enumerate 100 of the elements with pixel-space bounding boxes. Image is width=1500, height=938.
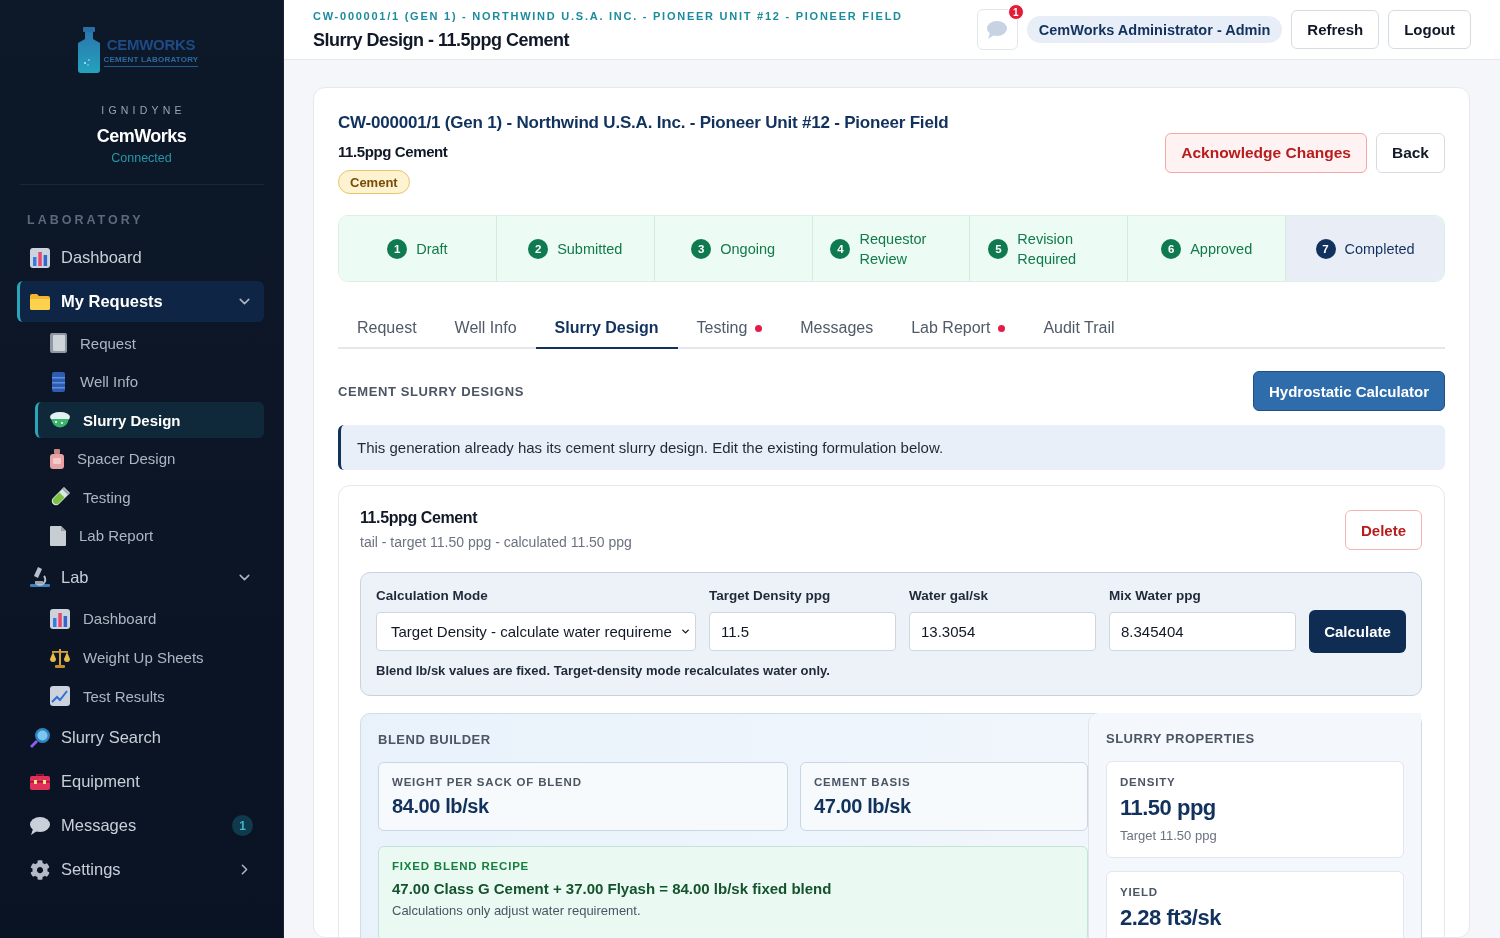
tab[interactable]: Lab Report xyxy=(892,309,1025,349)
select-field[interactable]: Target Density - calculate water requireme xyxy=(376,612,696,651)
design-meta: tail - target 11.50 ppg - calculated 11.50 ppg xyxy=(360,533,632,552)
property-label: DENSITY xyxy=(1120,775,1176,789)
nav-item[interactable]: Lab Report xyxy=(35,517,264,554)
folder-icon xyxy=(30,291,50,312)
nav-item[interactable]: Slurry Search xyxy=(17,717,264,759)
app-name: CemWorks xyxy=(96,125,187,147)
stat-value: 84.00 lb/sk xyxy=(392,794,489,819)
nav-item[interactable]: Dashboard xyxy=(17,237,264,278)
step-label: Submitted xyxy=(557,239,623,259)
request-subtitle: 11.5ppg Cement xyxy=(338,142,448,162)
logo-tagline: CEMENT LABORATORY xyxy=(103,55,199,67)
nav-item[interactable]: Request xyxy=(35,325,264,361)
step-number: 5 xyxy=(988,238,1009,259)
property-value: 11.50 ppg xyxy=(1120,795,1216,821)
notification-count: 1 xyxy=(1007,4,1024,20)
step-label: Requestor Review xyxy=(859,229,928,269)
action-button[interactable]: Acknowledge Changes xyxy=(1165,133,1367,173)
breadcrumb: CW-000001/1 (GEN 1) - NORTHWIND U.S.A. INC. - PIONEER UNIT #12 - PIONEER FIELD xyxy=(313,8,903,23)
step-number: 6 xyxy=(1161,238,1182,259)
chevron-down-icon xyxy=(680,626,691,637)
line-chart-icon xyxy=(50,686,70,707)
header-button[interactable]: Refresh xyxy=(1291,10,1380,49)
nav-item[interactable]: Lab xyxy=(17,556,264,598)
delete-button[interactable]: Delete xyxy=(1344,510,1422,550)
step-label: Draft xyxy=(416,239,448,259)
property-note: Target 11.50 ppg xyxy=(1120,827,1217,845)
count-badge: 1 xyxy=(232,815,253,837)
step-number: 1 xyxy=(387,238,408,259)
connection-status: Connected xyxy=(111,150,172,166)
panel-heading: SLURRY PROPERTIES xyxy=(1106,730,1255,748)
header-button[interactable]: Logout xyxy=(1388,10,1471,49)
step-label: Ongoing xyxy=(720,239,776,259)
tab[interactable]: Slurry Design xyxy=(535,309,678,349)
toolbox-icon xyxy=(30,771,50,792)
step-number: 2 xyxy=(528,238,549,259)
nav-item[interactable]: My Requests xyxy=(17,281,264,322)
action-button[interactable]: Back xyxy=(1375,133,1445,173)
stat-value: 47.00 lb/sk xyxy=(814,794,911,819)
striped-block-icon xyxy=(50,371,67,392)
page-title: Slurry Design - 11.5ppg Cement xyxy=(313,28,570,51)
nav-item[interactable]: Messages 1 xyxy=(17,805,264,847)
microscope-icon xyxy=(30,567,50,588)
field-label: Target Density ppg xyxy=(709,588,831,604)
nav-item[interactable]: Slurry Design xyxy=(35,402,264,439)
settings-icon xyxy=(30,859,50,880)
step-label: Approved xyxy=(1190,239,1253,259)
recipe-note: Calculations only adjust water requirement. xyxy=(392,902,641,920)
step-number: 4 xyxy=(830,238,851,259)
tab[interactable]: Messages xyxy=(781,309,893,349)
page-icon xyxy=(50,525,66,546)
org-name: IGNIDYNE xyxy=(100,104,186,116)
scales-icon xyxy=(50,647,70,668)
recipe-formula: 47.00 Class G Cement + 37.00 Flyash = 84.00 lb/sk fixed blend xyxy=(392,879,832,899)
text-field[interactable]: 11.5 xyxy=(709,612,896,651)
recipe-label: FIXED BLEND RECIPE xyxy=(392,859,530,873)
property-value: 2.28 ft3/sk xyxy=(1120,905,1221,931)
nav-item[interactable]: Equipment xyxy=(17,761,264,803)
calculation-note: Blend lb/sk values are fixed. Target-density mode recalculates water only. xyxy=(376,663,830,679)
search-icon xyxy=(30,727,50,748)
speech-bubble-icon xyxy=(987,20,1008,39)
section-label: LABORATORY xyxy=(27,212,144,228)
info-banner: This generation already has its cement slurry design. Edit the existing formulation below. xyxy=(338,425,1445,470)
tab[interactable]: Audit Trail xyxy=(1024,309,1134,349)
text-field[interactable]: 8.345404 xyxy=(1109,612,1296,651)
calculate-button[interactable]: Calculate xyxy=(1309,610,1406,653)
nav-item[interactable]: Settings xyxy=(17,849,264,891)
user-chip: CemWorks Administrator - Admin xyxy=(1026,16,1283,43)
nav-item[interactable]: Well Info xyxy=(35,363,264,400)
stat-label: WEIGHT PER SACK OF BLEND xyxy=(392,775,582,789)
test-tube-icon xyxy=(50,487,70,508)
nav-item[interactable]: Test Results xyxy=(35,678,264,715)
nav-item[interactable]: Weight Up Sheets xyxy=(35,639,264,676)
speech-bubble-icon xyxy=(30,816,50,835)
category-tag: Cement xyxy=(338,170,410,194)
request-title: CW-000001/1 (Gen 1) - Northwind U.S.A. Inc. - Pioneer Unit #12 - Pioneer Field xyxy=(338,112,949,134)
step-number: 7 xyxy=(1315,238,1336,259)
section-title: CEMENT SLURRY DESIGNS xyxy=(338,383,524,399)
nav-item[interactable]: Spacer Design xyxy=(35,440,264,477)
logo-wordmark: CEMWORKS xyxy=(106,37,196,53)
bottle-icon xyxy=(50,448,64,469)
design-title: 11.5ppg Cement xyxy=(360,508,478,528)
panel-heading: BLEND BUILDER xyxy=(378,731,491,749)
step-label: Revision Required xyxy=(1017,229,1078,269)
tab[interactable]: Testing xyxy=(677,309,782,349)
bottle-logo-icon xyxy=(76,27,101,73)
step-number: 3 xyxy=(691,238,712,259)
tab[interactable]: Well Info xyxy=(435,309,536,349)
text-field[interactable]: 13.3054 xyxy=(909,612,1096,651)
tab[interactable]: Request xyxy=(338,309,436,349)
stat-label: CEMENT BASIS xyxy=(814,775,911,789)
property-label: YIELD xyxy=(1120,885,1158,899)
messages-button[interactable] xyxy=(976,9,1018,50)
notebook-icon xyxy=(50,333,67,353)
field-label: Water gal/sk xyxy=(909,588,989,604)
nav-item[interactable]: Testing xyxy=(35,479,264,516)
calculator-button[interactable]: Hydrostatic Calculator xyxy=(1252,371,1445,411)
bar-chart-icon xyxy=(50,608,70,629)
nav-item[interactable]: Dashboard xyxy=(35,600,264,637)
